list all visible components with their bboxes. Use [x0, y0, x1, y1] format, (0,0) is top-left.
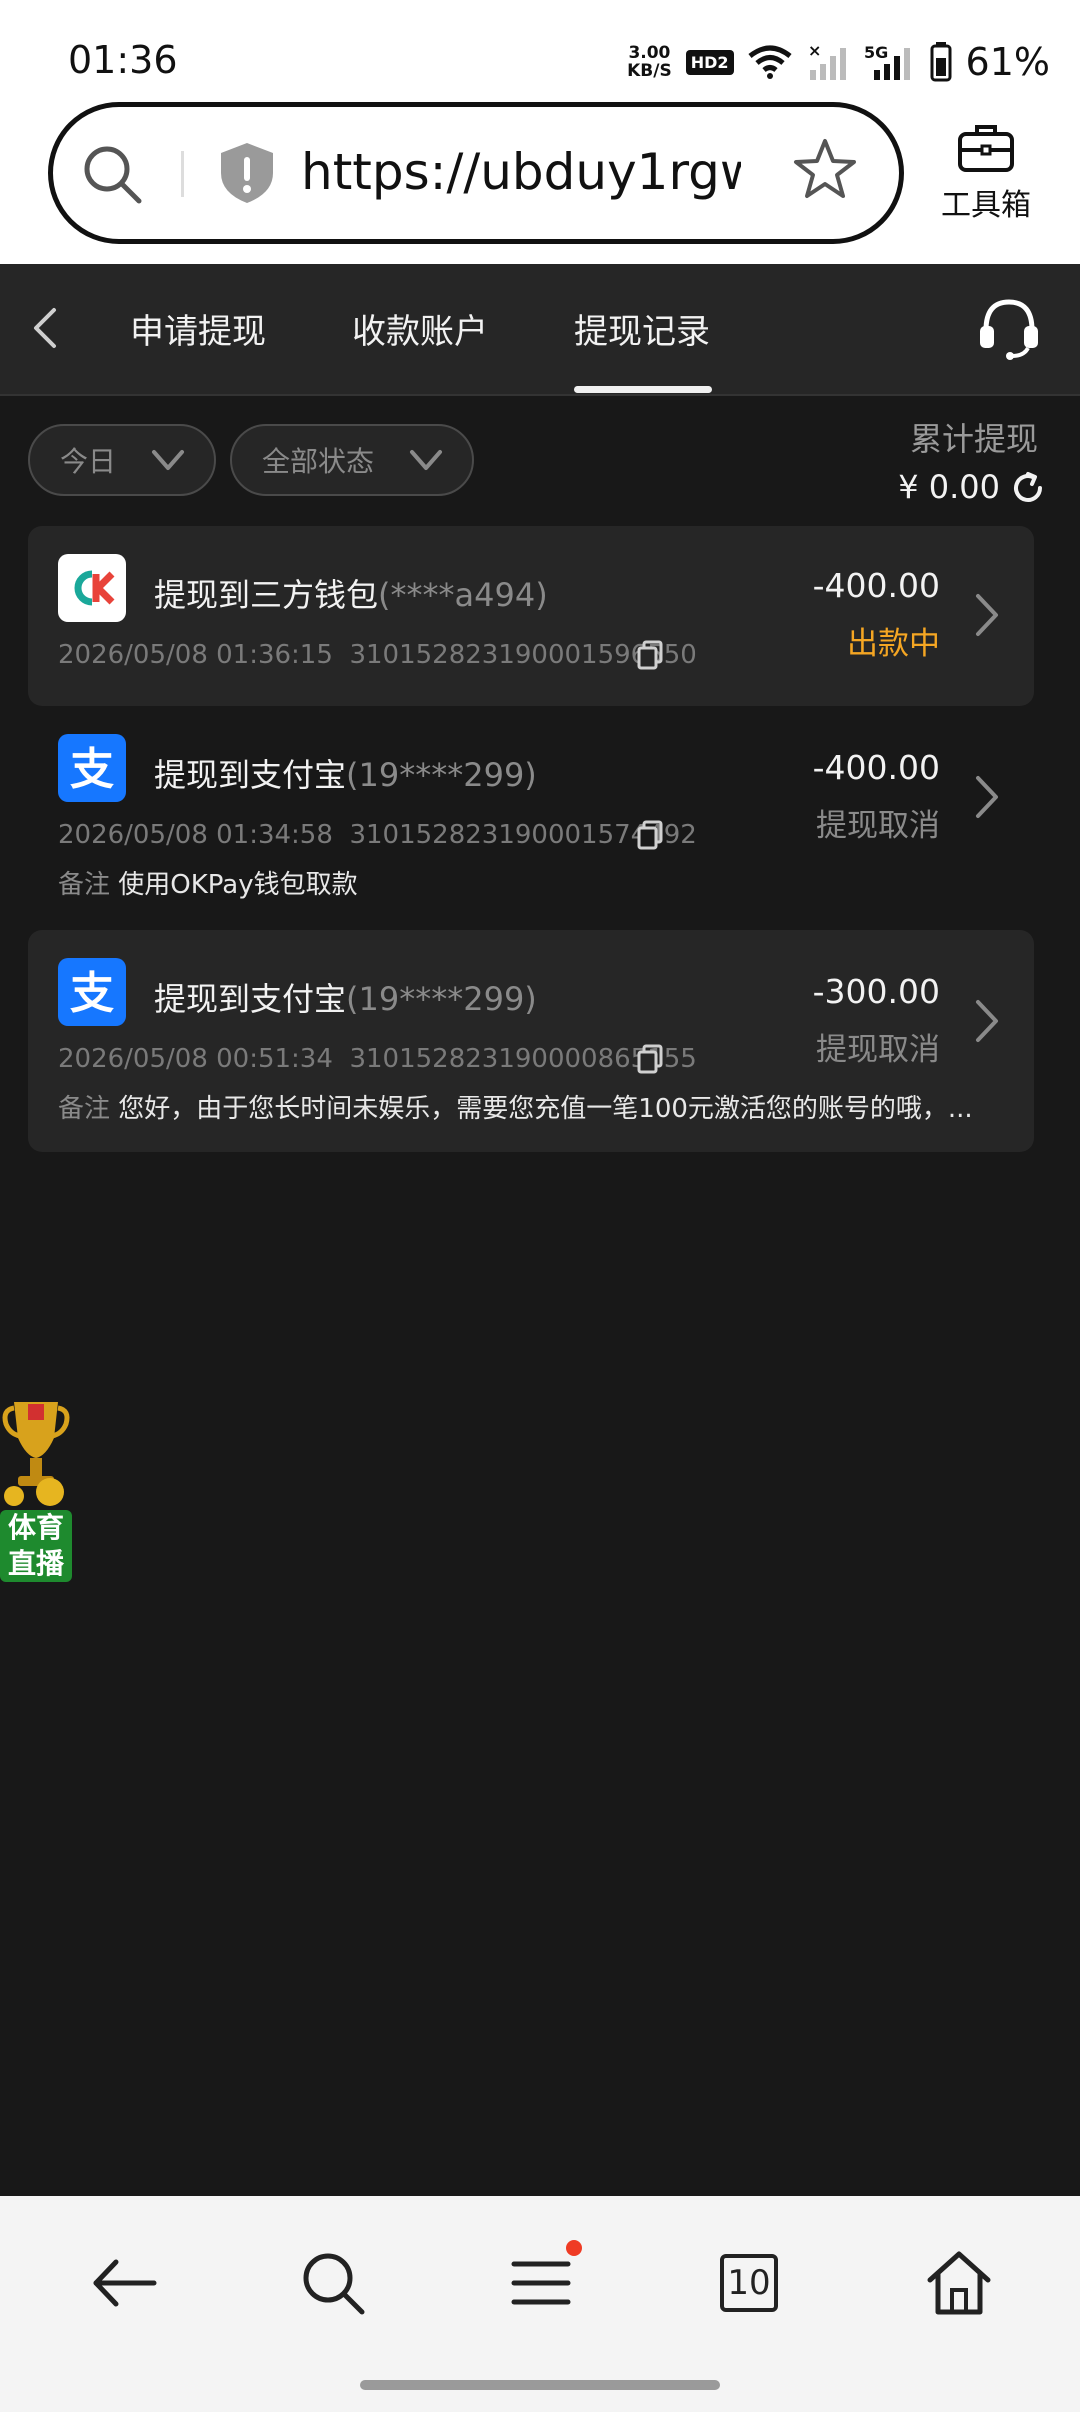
- tab-payee-account[interactable]: 收款账户: [352, 304, 488, 353]
- tab-apply-withdraw[interactable]: 申请提现: [130, 304, 266, 353]
- tabs-button[interactable]: 10: [720, 2254, 778, 2312]
- signal-5g-icon: 5G: [864, 43, 910, 80]
- record-title: 提现到三方钱包(****a494): [154, 576, 548, 614]
- trophy-icon: [2, 1402, 70, 1506]
- notification-dot: [566, 2240, 582, 2256]
- okpay-logo-icon: [58, 554, 126, 622]
- battery-level: 61%: [965, 40, 1050, 84]
- battery-icon: [930, 42, 952, 82]
- status-icons: 3.00 KB/S HD2 × 5G 61%: [627, 36, 1050, 88]
- record-note: 备注 您好，由于您长时间未娱乐，需要您充值一笔100元激活您的账号的哦，...: [58, 1088, 988, 1125]
- tabs-count: 10: [720, 2254, 778, 2312]
- record-title: 提现到支付宝(19****299): [154, 980, 537, 1018]
- status-time: 01:36: [68, 38, 178, 82]
- back-arrow-icon[interactable]: [90, 2248, 160, 2318]
- copy-icon[interactable]: [636, 820, 664, 850]
- toolbox-button[interactable]: 工具箱: [936, 124, 1036, 224]
- back-icon[interactable]: [30, 304, 60, 352]
- record-account: (19****299): [346, 980, 537, 1018]
- svg-text:支: 支: [70, 968, 114, 1019]
- sports-live-label: 体育 直播: [0, 1510, 72, 1582]
- status-filter-value: 全部状态: [262, 445, 375, 478]
- signal-weak-icon: ×: [808, 42, 846, 80]
- record-meta: 2026/05/08 01:36:15 31015282319000159655…: [58, 640, 697, 670]
- toolbox-label: 工具箱: [941, 188, 1031, 223]
- home-icon[interactable]: [924, 2248, 994, 2318]
- alipay-logo-icon: 支: [58, 734, 126, 802]
- copy-icon[interactable]: [636, 640, 664, 670]
- menu-icon: [511, 2261, 571, 2305]
- withdraw-record-item[interactable]: 支 提现到支付宝(19****299) 2026/05/08 01:34:58 …: [28, 718, 1034, 918]
- record-amount: -400.00: [812, 566, 940, 605]
- network-speed: 3.00 KB/S: [627, 43, 672, 81]
- withdraw-record-item[interactable]: 支 提现到支付宝(19****299) 2026/05/08 00:51:34 …: [28, 930, 1034, 1152]
- record-amount: -400.00: [812, 748, 940, 787]
- home-indicator[interactable]: [360, 2380, 720, 2390]
- chevron-right-icon: [976, 1000, 998, 1042]
- record-status: 出款中: [847, 626, 940, 662]
- record-note-text: 您好，由于您长时间未娱乐，需要您充值一笔100元激活您的账号的哦，...: [118, 1094, 973, 1124]
- url-text[interactable]: https://ubduy1rgw....: [301, 143, 741, 201]
- record-amount: -300.00: [812, 972, 940, 1011]
- wifi-icon: [747, 45, 792, 79]
- record-account: (19****299): [346, 756, 537, 794]
- search-icon[interactable]: [81, 143, 145, 207]
- total-withdraw-label: 累计提现: [909, 420, 1038, 458]
- record-status: 提现取消: [816, 1032, 940, 1068]
- chevron-down-icon: [410, 450, 442, 470]
- date-filter-value: 今日: [60, 445, 117, 478]
- status-bar: 01:36 3.00 KB/S HD2 × 5G 61%: [0, 0, 1080, 100]
- browser-address-bar: https://ubduy1rgw.... 工具箱: [0, 100, 1080, 264]
- svg-text:×: ×: [808, 42, 821, 60]
- record-status: 提现取消: [816, 808, 940, 844]
- record-account: (****a494): [378, 576, 548, 614]
- status-filter-dropdown[interactable]: 全部状态: [230, 424, 474, 496]
- svg-text:5G: 5G: [864, 43, 888, 62]
- chevron-right-icon: [976, 776, 998, 818]
- refresh-icon[interactable]: [1010, 470, 1046, 506]
- chevron-right-icon: [976, 594, 998, 636]
- record-datetime: 2026/05/08 00:51:34: [58, 1044, 333, 1074]
- date-filter-dropdown[interactable]: 今日: [28, 424, 216, 496]
- menu-button[interactable]: [506, 2240, 582, 2318]
- record-note-text: 使用OKPay钱包取款: [118, 870, 358, 900]
- copy-icon[interactable]: [636, 1044, 664, 1074]
- active-tab-indicator: [574, 386, 712, 393]
- customer-service-headset-icon[interactable]: [976, 294, 1042, 360]
- toolbox-icon: [958, 125, 1014, 172]
- tab-withdraw-records[interactable]: 提现记录: [574, 304, 710, 353]
- record-note-label: 备注: [58, 870, 111, 900]
- shield-warning-icon[interactable]: [217, 141, 277, 205]
- search-icon[interactable]: [298, 2248, 368, 2318]
- record-datetime: 2026/05/08 01:36:15: [58, 640, 333, 670]
- svg-text:支: 支: [70, 744, 114, 795]
- total-withdraw-value: ¥ 0.00: [898, 468, 1000, 506]
- url-divider: [181, 151, 184, 197]
- chevron-down-icon: [152, 450, 184, 470]
- alipay-logo-icon: 支: [58, 958, 126, 1026]
- withdraw-nav: 申请提现 收款账户 提现记录: [0, 264, 1080, 396]
- url-box[interactable]: https://ubduy1rgw....: [48, 102, 904, 244]
- sports-live-float-ad[interactable]: 体育 直播: [0, 1398, 72, 1582]
- record-meta: 2026/05/08 00:51:34 31015282319000086515…: [58, 1044, 697, 1074]
- star-bookmark-icon[interactable]: [793, 137, 857, 201]
- withdraw-record-item[interactable]: 提现到三方钱包(****a494) 2026/05/08 01:36:15 31…: [28, 526, 1034, 706]
- record-note: 备注 使用OKPay钱包取款: [58, 864, 988, 901]
- record-note-label: 备注: [58, 1094, 111, 1124]
- record-meta: 2026/05/08 01:34:58 31015282319000157449…: [58, 820, 697, 850]
- hd-badge: HD2: [685, 49, 734, 75]
- record-title: 提现到支付宝(19****299): [154, 756, 537, 794]
- record-datetime: 2026/05/08 01:34:58: [58, 820, 333, 850]
